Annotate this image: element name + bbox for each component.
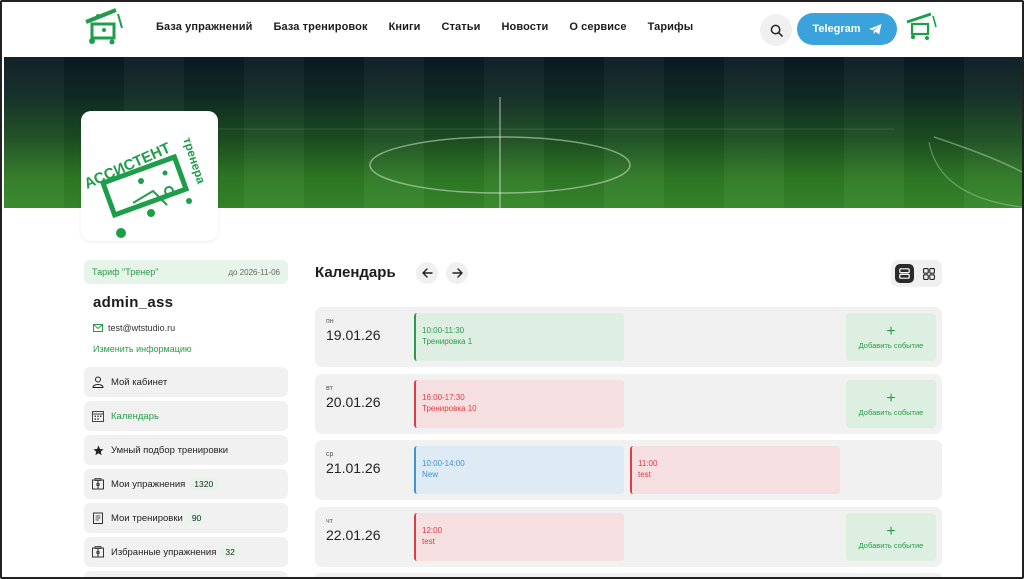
- event-time: 16:00-17:30: [422, 393, 465, 402]
- sidebar-item-label: Мои тренировки: [111, 512, 183, 524]
- event-name: Тренировка 1: [422, 337, 473, 346]
- plus-icon: +: [886, 522, 896, 540]
- user-icon: [92, 376, 104, 388]
- clipboard-icon: [92, 512, 104, 524]
- sidebar-item-label: Избранные упражнения: [111, 546, 217, 558]
- tariff-date: до 2026-11-06: [228, 267, 280, 277]
- day-of-week: ср: [326, 451, 334, 458]
- sidebar-item-label: Мой кабинет: [111, 376, 168, 388]
- browser-frame: База упражнений База тренировок Книги Ст…: [0, 0, 1024, 579]
- event-time: 11:00: [638, 459, 658, 468]
- event-name: Тренировка 10: [422, 404, 477, 413]
- calendar-event[interactable]: 10:00-11:30 Тренировка 1: [414, 313, 624, 361]
- prev-week-button[interactable]: [416, 262, 438, 284]
- calendar-event[interactable]: 11:00 test: [630, 446, 840, 494]
- field-icon: [92, 546, 104, 558]
- event-name: test: [422, 537, 435, 546]
- telegram-label: Telegram: [812, 23, 861, 35]
- nav-exercises[interactable]: База упражнений: [156, 21, 252, 33]
- grid-view-icon: [922, 267, 935, 280]
- sidebar-menu: Мой кабинет Календарь Умный подбор трени…: [84, 367, 288, 577]
- plus-icon: +: [886, 389, 896, 407]
- field-icon: [92, 478, 104, 490]
- day-date: 21.01.26: [326, 460, 381, 476]
- nav-news[interactable]: Новости: [502, 21, 549, 33]
- day-date: 19.01.26: [326, 327, 381, 343]
- event-name: test: [638, 470, 651, 479]
- day-row: вт 20.01.26 16:00-17:30 Тренировка 10 + …: [315, 374, 942, 434]
- list-view-icon: [899, 268, 910, 279]
- arrow-right-icon: [451, 268, 463, 278]
- add-event-label: Добавить событие: [858, 340, 924, 350]
- nav-tariffs[interactable]: Тарифы: [648, 21, 694, 33]
- event-name: New: [422, 470, 439, 479]
- day-of-week: чт: [326, 518, 333, 525]
- sidebar-item-my-workouts[interactable]: Мои тренировки 90: [84, 503, 288, 533]
- calendar-title: Календарь: [315, 264, 396, 281]
- add-event-button[interactable]: + Добавить событие: [846, 313, 936, 361]
- calendar-event[interactable]: 12:00 test: [414, 513, 624, 561]
- add-event-label: Добавить событие: [858, 407, 924, 417]
- day-date: 22.01.26: [326, 527, 381, 543]
- profile-logo-card: АССИСТЕНТ тренера: [81, 111, 218, 241]
- day-row: ср 21.01.26 10:00-14:00 New 11:00 test: [315, 440, 942, 500]
- mail-icon: [93, 324, 103, 332]
- workouts-count-badge: 90: [186, 511, 207, 525]
- sidebar-item-label: Календарь: [111, 410, 159, 422]
- email-text: test@wtstudio.ru: [108, 323, 176, 333]
- logo-main-text: АССИСТЕНТ: [82, 139, 173, 192]
- telegram-button[interactable]: Telegram: [797, 13, 897, 45]
- calendar-event[interactable]: 10:00-14:00 New: [414, 446, 624, 494]
- grid-view-button[interactable]: [919, 264, 938, 283]
- list-view-button[interactable]: [895, 264, 914, 283]
- plus-icon: +: [886, 322, 896, 340]
- add-event-label: Добавить событие: [858, 540, 924, 550]
- arrow-left-icon: [421, 268, 433, 278]
- email-row: test@wtstudio.ru: [93, 323, 175, 333]
- star-icon: [92, 444, 104, 456]
- logo-icon[interactable]: [82, 8, 128, 48]
- username: admin_ass: [93, 294, 174, 311]
- exercises-count-badge: 1320: [189, 477, 219, 491]
- nav-articles[interactable]: Статьи: [442, 21, 481, 33]
- day-row: чт 22.01.26 12:00 test + Добавить событи…: [315, 507, 942, 567]
- day-row-partial: [315, 573, 942, 577]
- sidebar-item-favorites[interactable]: Избранные упражнения 32: [84, 537, 288, 567]
- calendar-icon: [92, 410, 104, 422]
- calendar-event[interactable]: 16:00-17:30 Тренировка 10: [414, 380, 624, 428]
- sidebar-item-smart-pick[interactable]: Умный подбор тренировки: [84, 435, 288, 465]
- add-event-button[interactable]: + Добавить событие: [846, 513, 936, 561]
- search-button[interactable]: [760, 14, 792, 46]
- day-of-week: вт: [326, 385, 333, 392]
- assistant-logo-icon: АССИСТЕНТ тренера: [82, 136, 208, 238]
- tariff-name: Тариф "Тренер": [92, 267, 159, 277]
- event-time: 10:00-11:30: [422, 326, 465, 335]
- sidebar-item-label: Умный подбор тренировки: [111, 444, 229, 456]
- edit-profile-link[interactable]: Изменить информацию: [93, 344, 192, 354]
- sidebar-item-my-exercises[interactable]: Мои упражнения 1320: [84, 469, 288, 499]
- main-nav: База упражнений База тренировок Книги Ст…: [156, 21, 714, 33]
- view-toggle: [891, 260, 942, 287]
- top-header: База упражнений База тренировок Книги Ст…: [2, 2, 1022, 57]
- sidebar-item-more[interactable]: [84, 571, 288, 577]
- day-row: пн 19.01.26 10:00-11:30 Тренировка 1 + Д…: [315, 307, 942, 367]
- day-of-week: пн: [326, 318, 334, 325]
- nav-books[interactable]: Книги: [389, 21, 421, 33]
- next-week-button[interactable]: [446, 262, 468, 284]
- day-date: 20.01.26: [326, 394, 381, 410]
- nav-workouts[interactable]: База тренировок: [273, 21, 367, 33]
- event-time: 12:00: [422, 526, 443, 535]
- event-time: 10:00-14:00: [422, 459, 465, 468]
- add-event-button[interactable]: + Добавить событие: [846, 380, 936, 428]
- favorites-count-badge: 32: [220, 545, 240, 559]
- tariff-badge: Тариф "Тренер" до 2026-11-06: [84, 260, 288, 284]
- sidebar-item-calendar[interactable]: Календарь: [84, 401, 288, 431]
- nav-about[interactable]: О сервисе: [569, 21, 626, 33]
- corner-logo-icon[interactable]: [905, 12, 939, 42]
- search-icon: [770, 24, 783, 37]
- telegram-icon: [868, 23, 882, 35]
- sidebar-item-label: Мои упражнения: [111, 478, 186, 490]
- sidebar-item-cabinet[interactable]: Мой кабинет: [84, 367, 288, 397]
